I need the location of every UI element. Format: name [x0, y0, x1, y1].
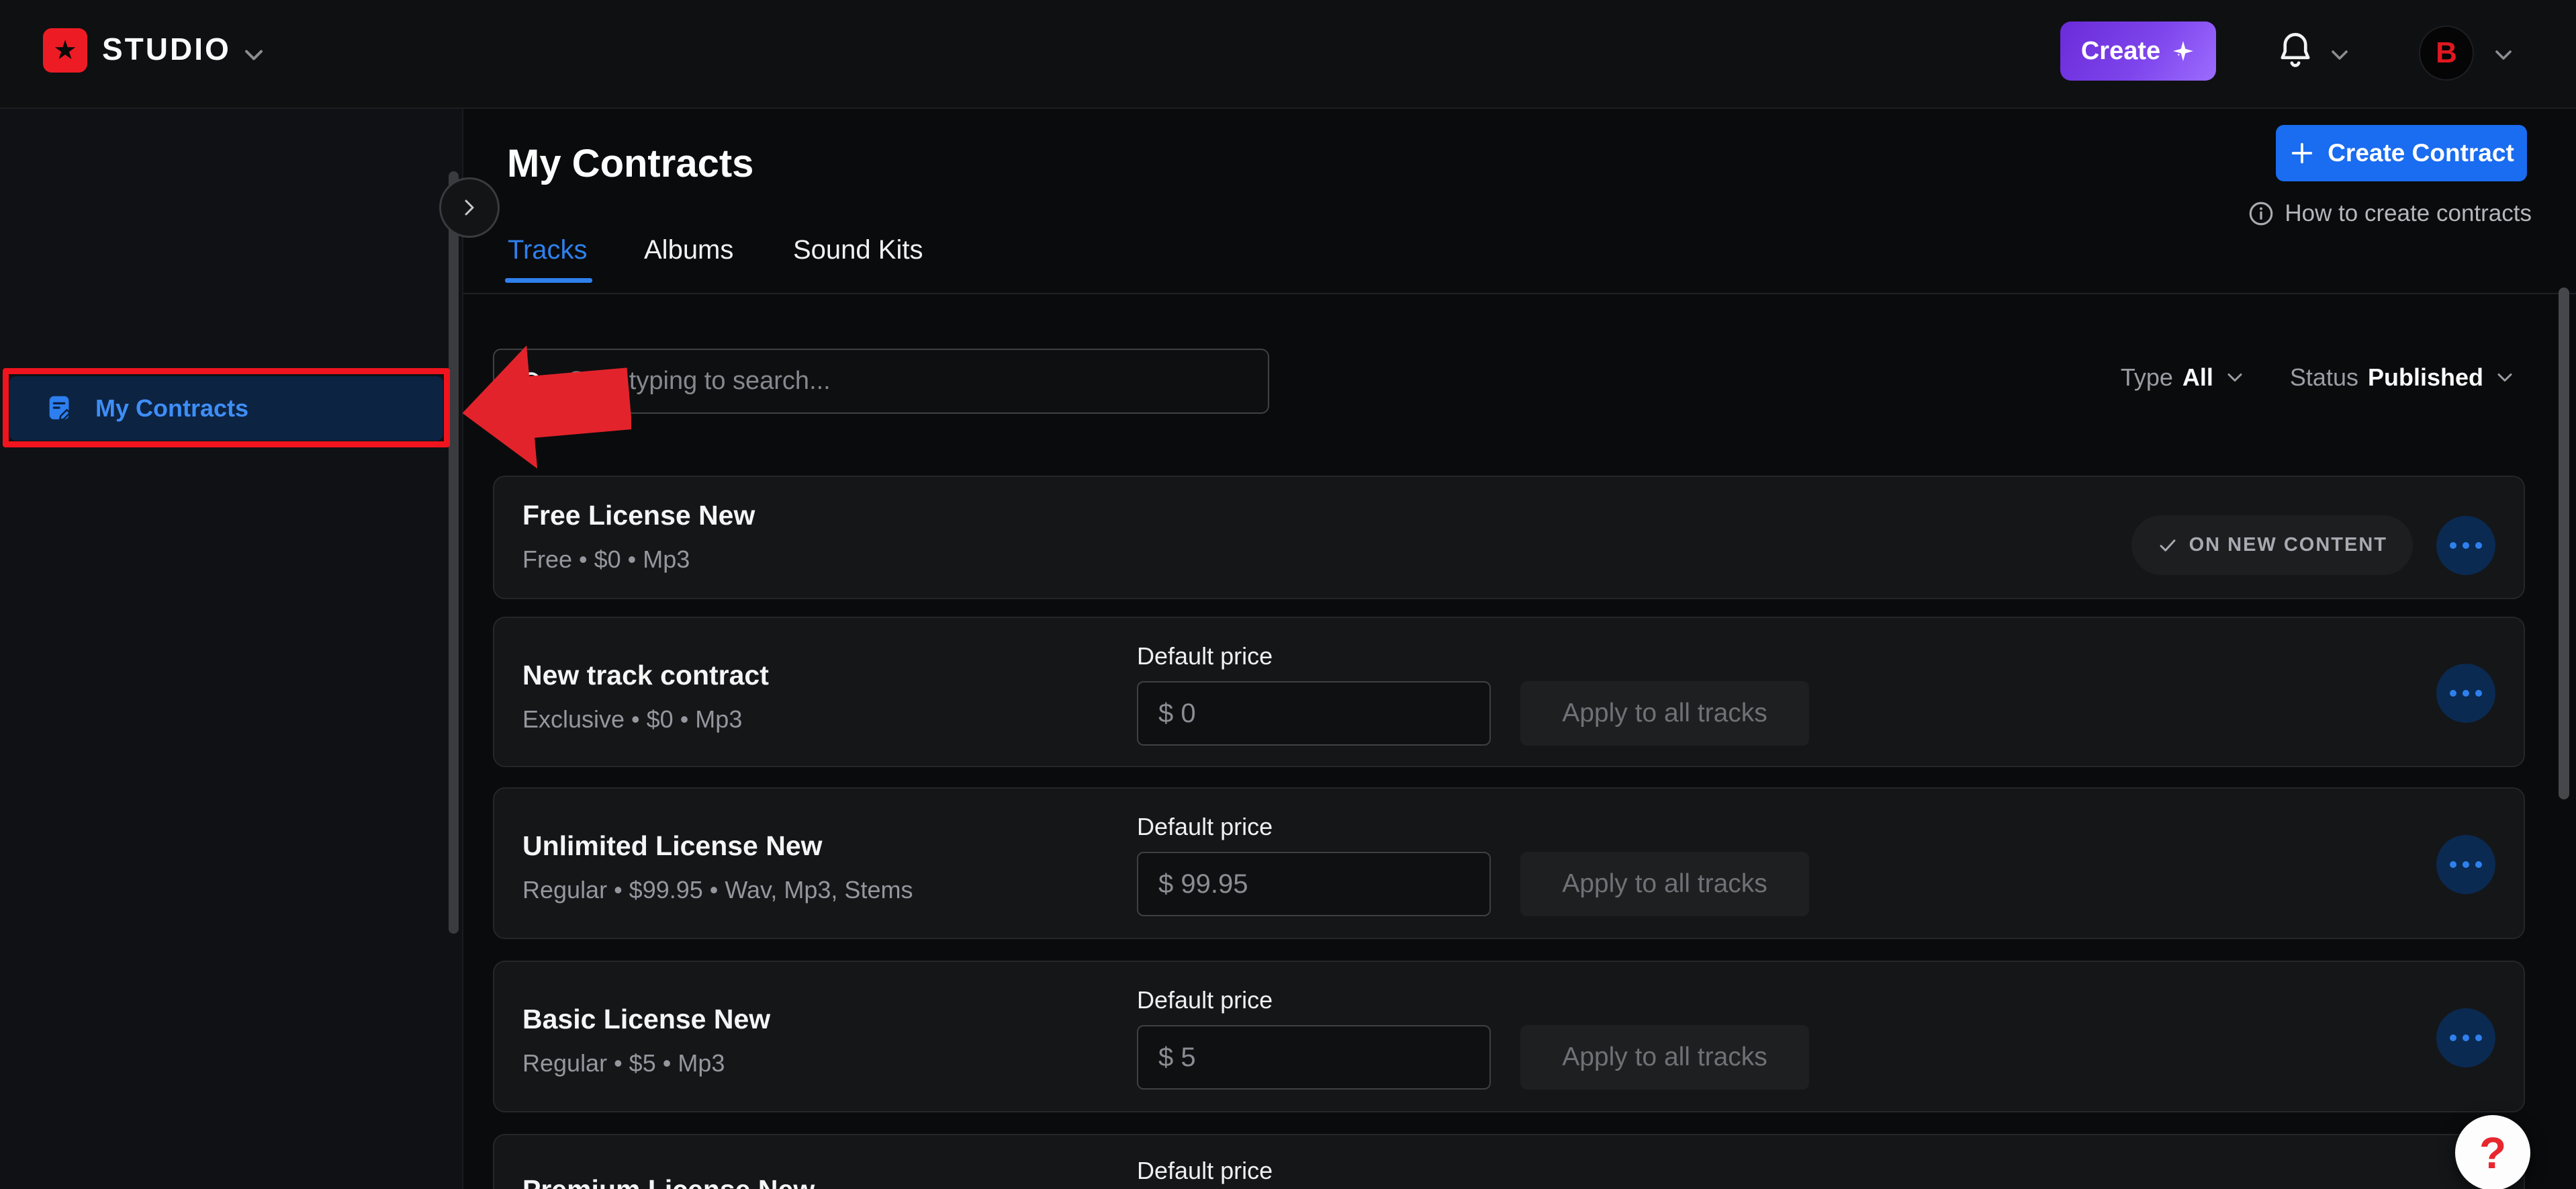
tab-albums[interactable]: Albums [644, 235, 733, 265]
type-filter[interactable]: Type All [2121, 363, 2247, 392]
sidebar-divider [462, 109, 463, 1189]
notifications-bell-icon[interactable] [2275, 30, 2315, 73]
chevron-right-icon [456, 194, 483, 221]
apply-to-all-tracks-button[interactable]: Apply to all tracks [1520, 852, 1809, 916]
on-new-content-badge: ON NEW CONTENT [2131, 515, 2413, 575]
contract-name: Unlimited License New [522, 830, 823, 862]
user-avatar[interactable]: B [2419, 26, 2474, 81]
default-price-label: Default price [1137, 813, 1273, 841]
tabs-divider [463, 293, 2576, 294]
page-title: My Contracts [507, 141, 753, 186]
contract-menu-button[interactable] [2436, 516, 2495, 575]
chevron-down-icon [2493, 365, 2517, 390]
sidebar-scrollbar[interactable] [449, 171, 459, 934]
brand-title: STUDIO [102, 31, 231, 67]
plus-icon [2289, 140, 2315, 167]
sidebar [0, 109, 462, 1189]
app-window: ★ STUDIO Create B [0, 0, 2576, 1189]
info-icon [2247, 200, 2275, 228]
default-price-input[interactable] [1137, 852, 1491, 916]
contract-card: New track contract Exclusive • $0 • Mp3 … [493, 617, 2525, 767]
account-chevron-down-icon[interactable] [2490, 42, 2517, 69]
active-tab-underline [505, 278, 592, 283]
apply-to-all-tracks-button[interactable]: Apply to all tracks [1520, 1025, 1809, 1090]
contract-card: Basic License New Regular • $5 • Mp3 Def… [493, 961, 2525, 1112]
contract-menu-button[interactable] [2436, 1008, 2495, 1067]
contract-name: Basic License New [522, 1004, 770, 1035]
help-button[interactable]: ? [2455, 1115, 2530, 1189]
tab-tracks[interactable]: Tracks [508, 235, 588, 265]
tab-sound-kits[interactable]: Sound Kits [793, 235, 923, 265]
sidebar-collapse-button[interactable] [439, 177, 500, 238]
contract-name: Free License New [522, 500, 755, 531]
apply-to-all-tracks-button[interactable]: Apply to all tracks [1520, 681, 1809, 746]
contract-meta: Exclusive • $0 • Mp3 [522, 705, 742, 734]
status-filter[interactable]: Status Published [2290, 363, 2517, 392]
contract-meta: Free • $0 • Mp3 [522, 545, 690, 574]
filters-bar: Type All Status Published [2121, 363, 2517, 392]
brand-chevron-down-icon[interactable] [239, 40, 269, 70]
default-price-input[interactable] [1137, 1025, 1491, 1090]
default-price-label: Default price [1137, 1157, 1273, 1185]
default-price-input[interactable] [1137, 681, 1491, 746]
top-bar: ★ STUDIO Create B [0, 0, 2576, 109]
contract-name: New track contract [522, 660, 769, 691]
contract-menu-button[interactable] [2436, 664, 2495, 723]
default-price-label: Default price [1137, 642, 1273, 670]
chevron-down-icon [2223, 365, 2247, 390]
annotation-arrow [462, 343, 631, 469]
main-scrollbar[interactable] [2559, 288, 2569, 799]
highlight-rectangle [3, 368, 450, 447]
beatstars-logo-icon[interactable]: ★ [43, 28, 87, 73]
contract-card: Unlimited License New Regular • $99.95 •… [493, 787, 2525, 939]
contract-meta: Regular • $99.95 • Wav, Mp3, Stems [522, 876, 913, 904]
create-contract-button[interactable]: Create Contract [2276, 125, 2527, 181]
create-button[interactable]: Create [2060, 21, 2216, 81]
notifications-chevron-down-icon[interactable] [2326, 42, 2353, 69]
contract-card: Free License New Free • $0 • Mp3 ON NEW … [493, 476, 2525, 599]
contract-meta: Regular • $5 • Mp3 [522, 1049, 725, 1077]
check-icon [2157, 535, 2178, 556]
sparkle-icon [2171, 39, 2195, 63]
contract-name: Premium License New [522, 1174, 815, 1189]
contract-menu-button[interactable] [2436, 835, 2495, 894]
contract-card: Premium License New Default price [493, 1134, 2525, 1189]
how-to-create-contracts-link[interactable]: How to create contracts [2247, 200, 2532, 228]
default-price-label: Default price [1137, 986, 1273, 1014]
